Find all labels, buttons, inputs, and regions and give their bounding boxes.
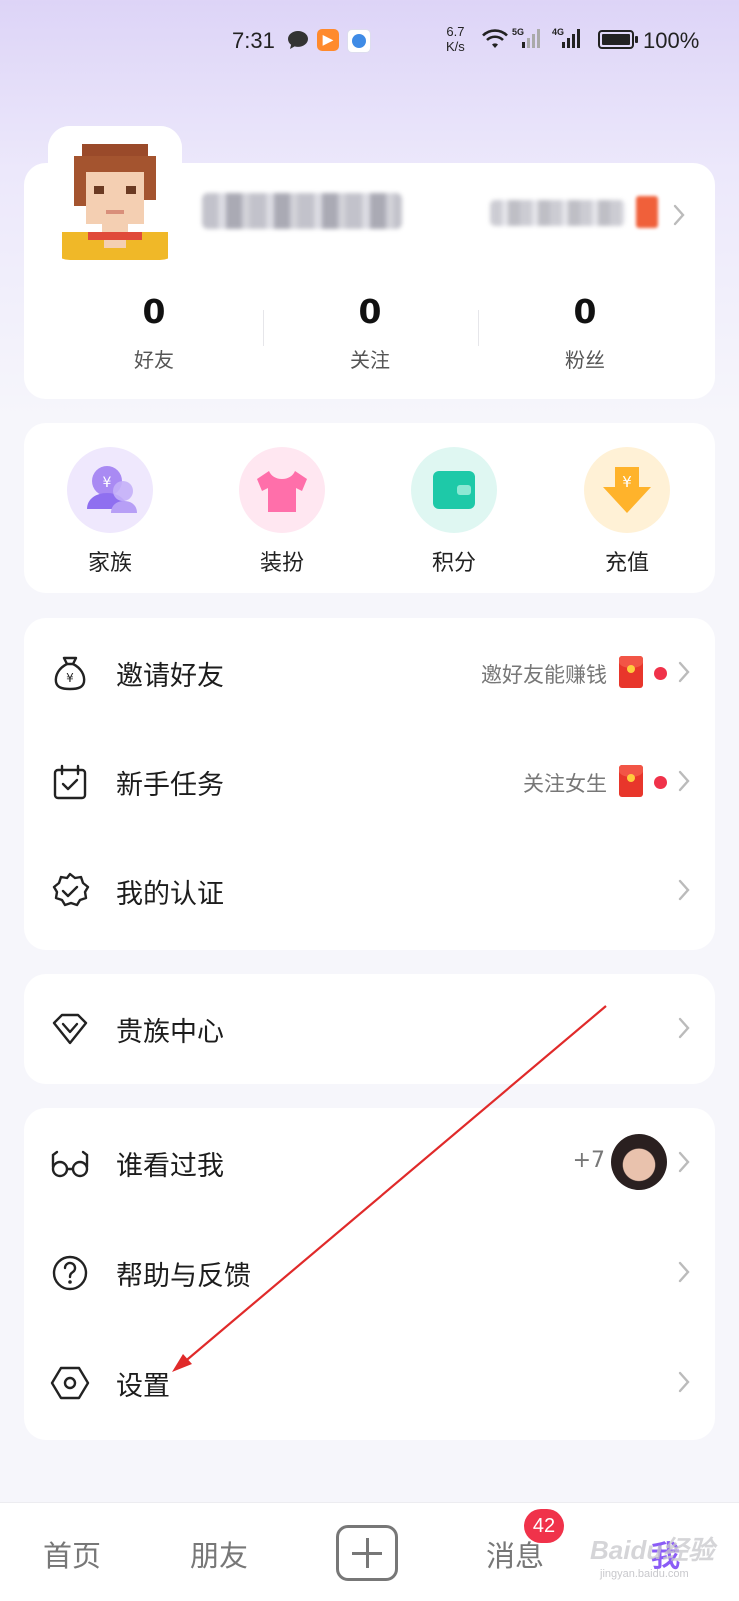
menu-title: 邀请好友 xyxy=(116,661,224,692)
signal-4g-icon: 4G xyxy=(552,27,580,48)
battery-icon xyxy=(598,30,638,49)
network-speed: 6.7 K/s xyxy=(446,24,465,54)
money-bag-icon: ¥ xyxy=(54,656,86,691)
menu-noble-center[interactable]: 贵族中心 xyxy=(24,974,715,1084)
chevron-right-icon xyxy=(678,770,690,792)
wallet-icon xyxy=(411,447,497,533)
user-avatar[interactable] xyxy=(48,126,182,260)
quick-dressup[interactable]: 装扮 xyxy=(222,447,342,577)
watermark-logo: Baidu经验 xyxy=(590,1535,715,1565)
stat-friends[interactable]: 0 好友 xyxy=(84,292,224,373)
user-nickname-blurred xyxy=(202,193,402,229)
menu-title: 帮助与反馈 xyxy=(116,1261,251,1292)
menu-title: 贵族中心 xyxy=(116,1017,224,1048)
create-plus-button[interactable] xyxy=(336,1525,398,1581)
menu-settings[interactable]: 设置 xyxy=(24,1328,715,1438)
status-time: 7:31 xyxy=(232,28,275,53)
stat-following[interactable]: 0 关注 xyxy=(300,292,440,373)
family-icon: ¥ xyxy=(67,447,153,533)
menu-title: 新手任务 xyxy=(116,770,224,801)
recharge-icon: ¥ xyxy=(584,447,670,533)
nav-friends[interactable]: 朋友 xyxy=(190,1533,248,1575)
stat-fans[interactable]: 0 粉丝 xyxy=(515,292,655,373)
viewer-count: +7 xyxy=(572,1148,605,1173)
chevron-right-icon xyxy=(678,1151,690,1173)
battery-percent: 100% xyxy=(643,28,700,53)
chevron-right-icon xyxy=(678,1371,690,1393)
stat-divider xyxy=(263,310,264,346)
menu-title: 谁看过我 xyxy=(116,1151,224,1182)
help-icon xyxy=(52,1255,88,1291)
menu-invite-friends[interactable]: ¥ 邀请好友 邀好友能赚钱 xyxy=(24,618,715,728)
menu-hint: 邀好友能赚钱 xyxy=(481,663,607,687)
menu-title: 我的认证 xyxy=(116,879,224,910)
menu-title: 设置 xyxy=(116,1371,170,1402)
menu-newbie-tasks[interactable]: 新手任务 关注女生 xyxy=(24,727,715,837)
quick-family[interactable]: ¥ 家族 xyxy=(50,447,170,577)
red-envelope-icon xyxy=(619,656,643,688)
menu-my-verification[interactable]: 我的认证 xyxy=(24,836,715,946)
diamond-icon xyxy=(52,1013,88,1045)
nav-home[interactable]: 首页 xyxy=(43,1533,101,1575)
profile-chevron-icon[interactable] xyxy=(672,203,686,227)
glasses-icon xyxy=(51,1150,89,1178)
svg-text:5G: 5G xyxy=(512,27,524,37)
svg-text:¥: ¥ xyxy=(66,671,74,685)
quick-recharge[interactable]: ¥ 充值 xyxy=(567,447,687,577)
chevron-right-icon xyxy=(678,661,690,683)
notification-dot xyxy=(654,776,667,789)
chevron-right-icon xyxy=(678,1017,690,1039)
redpack-blurred-icon xyxy=(636,196,658,228)
svg-text:4G: 4G xyxy=(552,27,564,37)
wifi-icon xyxy=(482,29,508,48)
notification-dot xyxy=(654,667,667,680)
stat-divider xyxy=(478,310,479,346)
chevron-right-icon xyxy=(678,879,690,901)
menu-hint: 关注女生 xyxy=(523,772,607,796)
tshirt-icon xyxy=(239,447,325,533)
menu-who-viewed-me[interactable]: 谁看过我 +7 xyxy=(24,1108,715,1218)
user-id-blurred xyxy=(490,200,625,226)
settings-icon xyxy=(50,1366,90,1400)
messages-badge: 42 xyxy=(524,1509,564,1543)
menu-help-feedback[interactable]: 帮助与反馈 xyxy=(24,1218,715,1328)
quick-points[interactable]: 积分 xyxy=(394,447,514,577)
chevron-right-icon xyxy=(678,1261,690,1283)
video-app-icon: ▶ xyxy=(317,29,339,51)
signal-5g-icon: 5G xyxy=(512,27,540,48)
watermark-url: jingyan.baidu.com xyxy=(600,1568,689,1580)
viewer-avatar xyxy=(611,1134,667,1190)
status-bar: 7:31 ▶ 6.7 K/s 5G 4G 100% xyxy=(0,0,739,80)
chat-notification-icon xyxy=(288,31,308,49)
browser-app-icon xyxy=(347,29,371,53)
red-envelope-icon xyxy=(619,765,643,797)
svg-text:¥: ¥ xyxy=(622,473,632,491)
svg-text:¥: ¥ xyxy=(103,475,112,491)
calendar-check-icon xyxy=(53,764,87,800)
verified-badge-icon xyxy=(52,872,90,907)
